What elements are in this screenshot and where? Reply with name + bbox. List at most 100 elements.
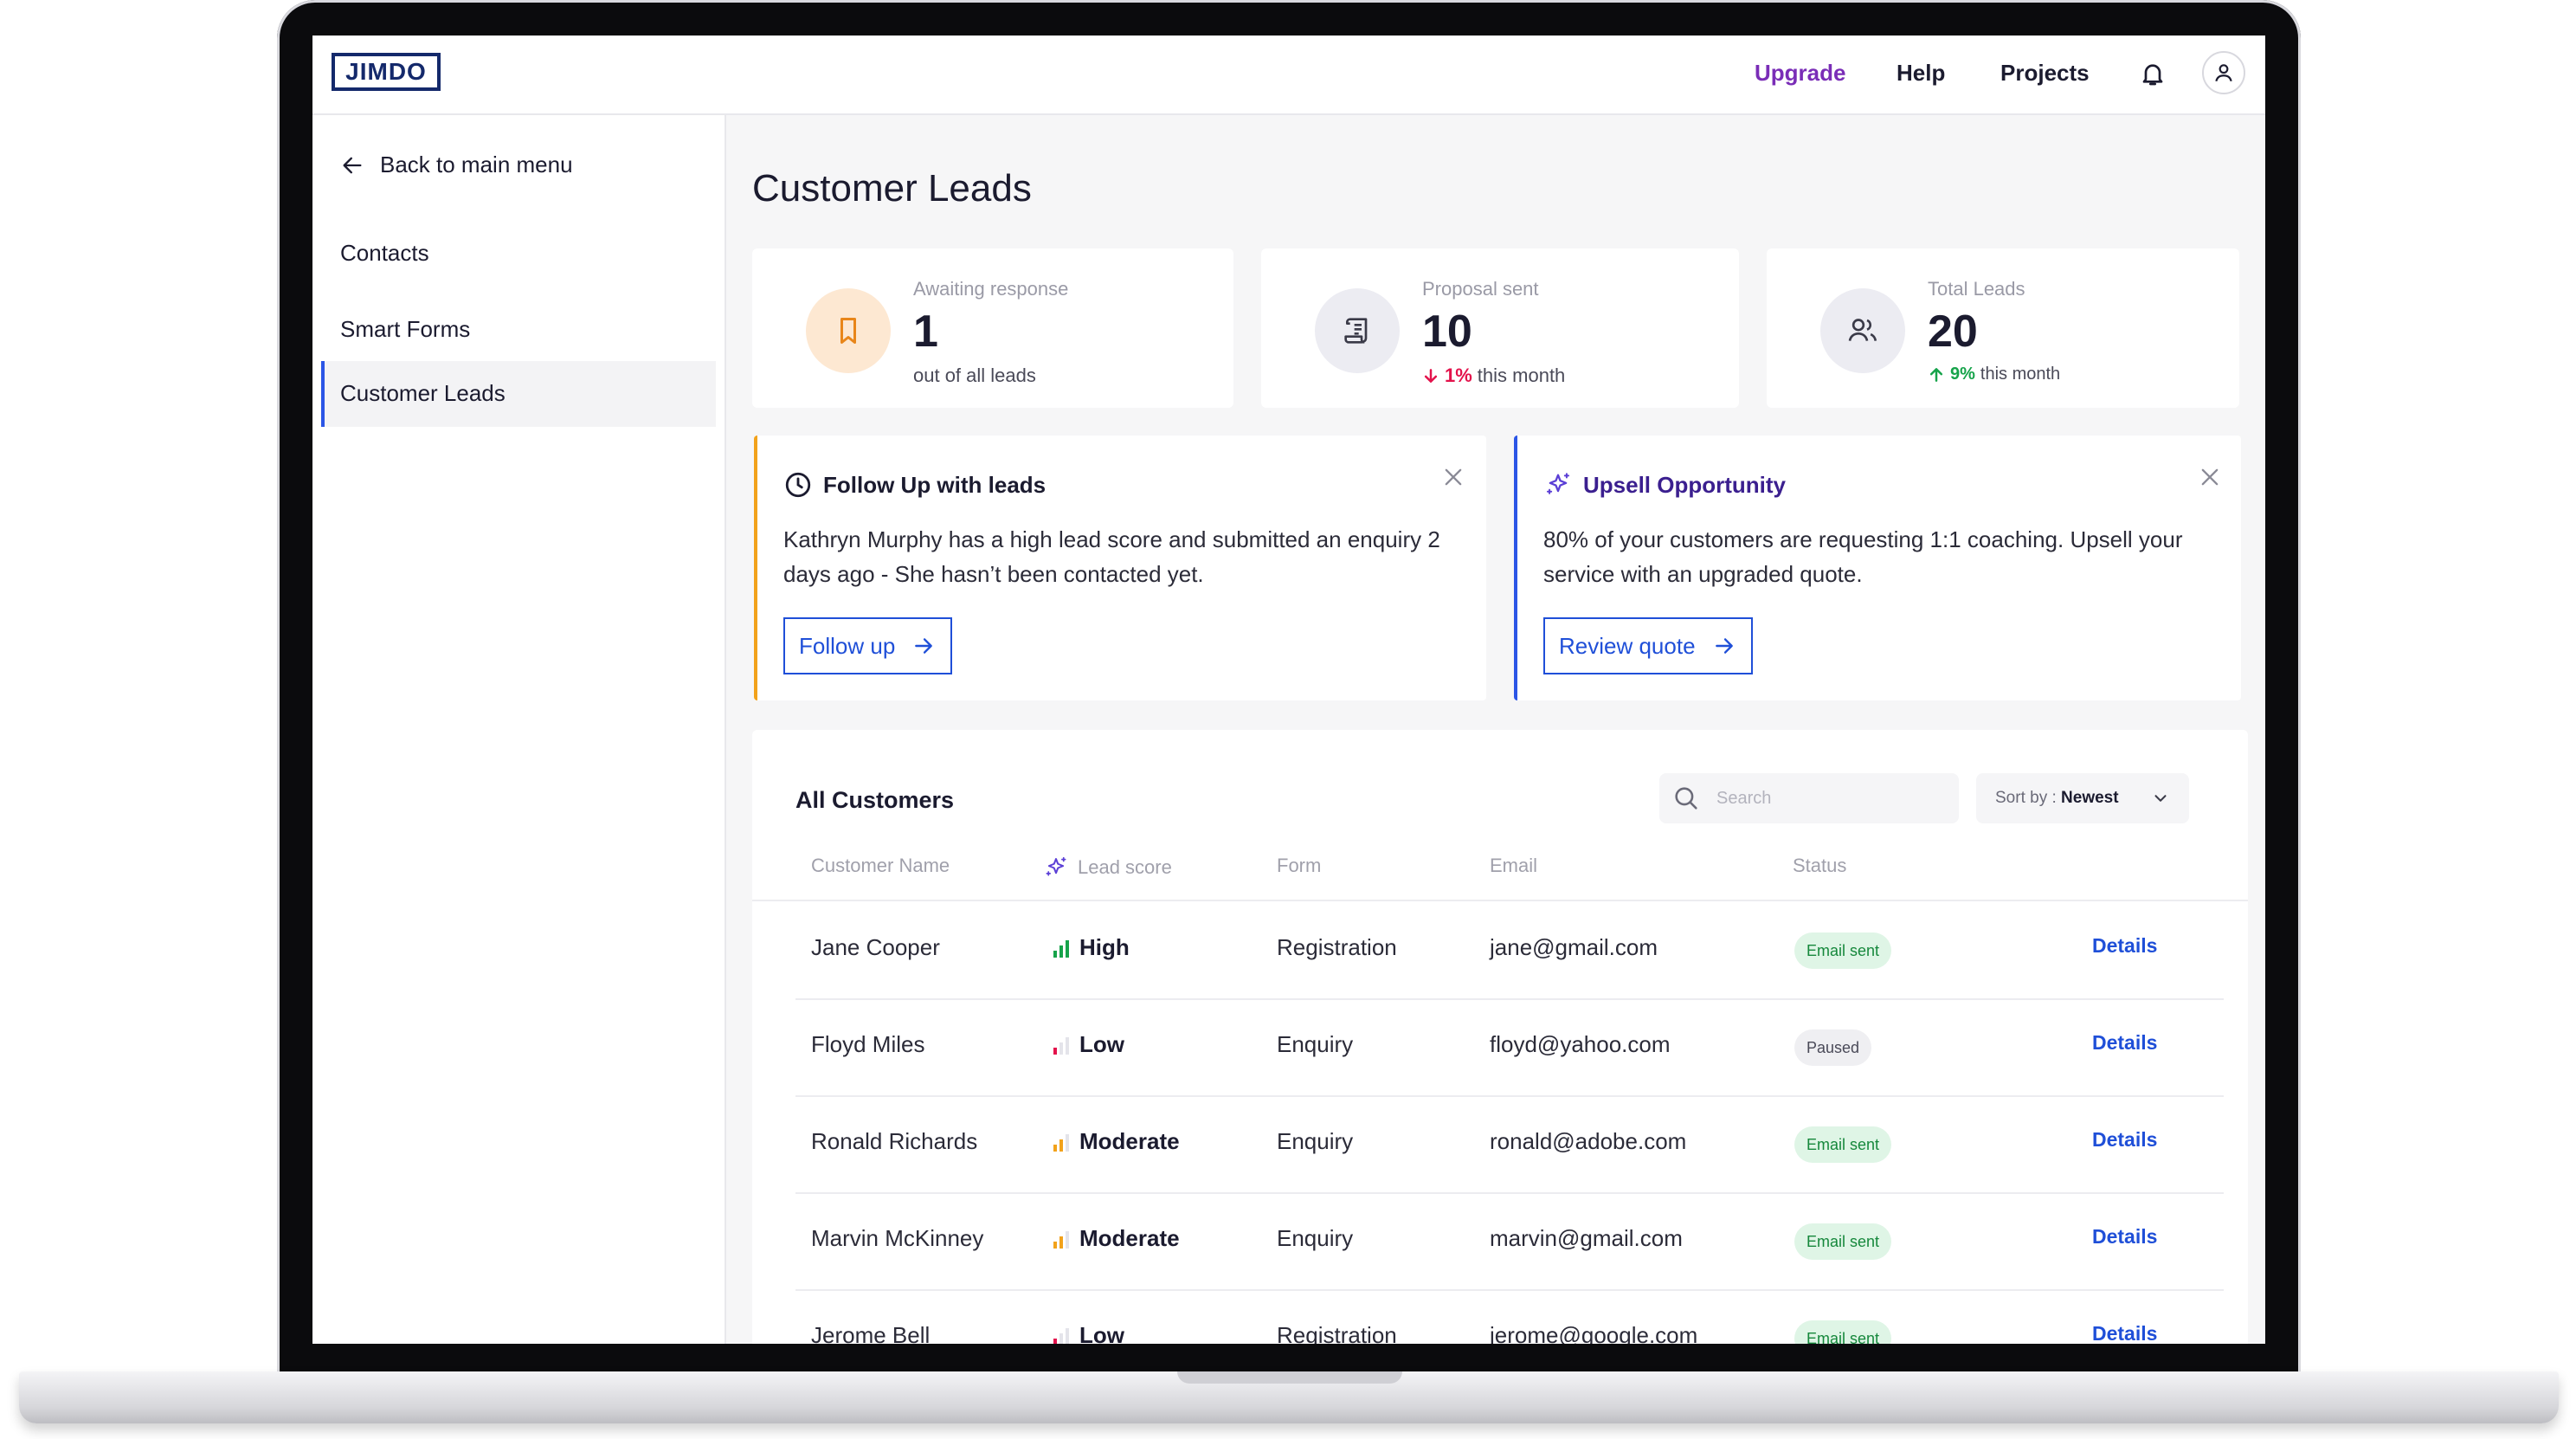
search-box[interactable] <box>1659 773 1959 823</box>
sidebar-item-label: Customer Leads <box>340 380 506 406</box>
search-input[interactable] <box>1715 787 1943 810</box>
form-name: Registration <box>1277 1322 1397 1344</box>
sort-prefix: Sort by : <box>1995 789 2062 807</box>
close-icon[interactable] <box>1441 465 1465 489</box>
form-name: Enquiry <box>1277 1225 1354 1251</box>
follow-up-title: Follow Up with leads <box>783 470 1046 500</box>
customer-name: Ronald Richards <box>811 1128 978 1154</box>
back-label: Back to main menu <box>380 152 573 177</box>
lead-score: High <box>1053 934 1130 961</box>
sort-label: Sort by : Newest <box>1995 789 2119 808</box>
status-badge: Email sent <box>1794 1320 1892 1344</box>
status-badge: Email sent <box>1794 1223 1892 1260</box>
lead-score: Low <box>1053 1031 1124 1058</box>
page-title: Customer Leads <box>752 167 1032 210</box>
table-row[interactable]: Marvin McKinney Moderate Enquiry marvin@gma… <box>752 1194 2248 1291</box>
signal-bars-icon <box>1053 939 1069 958</box>
details-link[interactable]: Details <box>2092 1225 2157 1249</box>
app-screen: JIMDO Upgrade Help Projects Back to main… <box>312 35 2265 1344</box>
chevron-down-icon <box>2154 795 2167 802</box>
arrow-right-icon <box>1715 638 1733 654</box>
stat-value: 1 <box>913 307 938 357</box>
details-link[interactable]: Details <box>2092 1031 2157 1055</box>
stat-pct: 9% <box>1950 365 1975 384</box>
details-link[interactable]: Details <box>2092 1322 2157 1344</box>
lead-score-label: Low <box>1079 1031 1124 1057</box>
signal-bars-icon <box>1053 1229 1069 1249</box>
stat-value: 10 <box>1422 307 1472 357</box>
stat-sub: 9% this month <box>1928 365 2060 384</box>
col-lead-score[interactable]: Lead score <box>1043 855 1172 881</box>
col-form[interactable]: Form <box>1277 855 1321 877</box>
follow-up-button[interactable]: Follow up <box>783 617 953 674</box>
stat-card-proposal: Proposal sent 10 1% this month <box>1261 248 1739 408</box>
table-row[interactable]: Floyd Miles Low Enquiry floyd@yahoo.com Paus… <box>752 1000 2248 1097</box>
stat-pct: 1% <box>1445 365 1472 386</box>
sidebar-item-contacts[interactable]: Contacts <box>340 240 429 267</box>
stat-sub: 1% this month <box>1422 365 1565 387</box>
upsell-body: 80% of your customers are requesting 1:1… <box>1543 526 2183 587</box>
nav-upgrade[interactable]: Upgrade <box>1755 60 1845 87</box>
review-quote-button[interactable]: Review quote <box>1543 617 1753 674</box>
status-badge: Email sent <box>1794 1126 1892 1163</box>
table-row[interactable]: Jane Cooper High Registration jane@gmail.co… <box>752 903 2248 1000</box>
signal-bars-icon <box>1053 1036 1069 1055</box>
stat-sub-text: this month <box>1980 365 2061 384</box>
stat-sub-text: this month <box>1477 365 1566 386</box>
signal-bars-icon <box>1053 1132 1069 1152</box>
review-quote-button-label: Review quote <box>1559 632 1696 659</box>
jimdo-logo[interactable]: JIMDO <box>332 53 441 91</box>
customer-email: jane@gmail.com <box>1490 934 1658 960</box>
sidebar: Back to main menu Contacts Smart Forms C… <box>312 115 726 1344</box>
customer-email: marvin@gmail.com <box>1490 1225 1683 1251</box>
lead-score: Low <box>1053 1322 1124 1344</box>
close-icon[interactable] <box>2198 465 2222 489</box>
upsell-title: Upsell Opportunity <box>1543 470 1786 500</box>
sort-dropdown[interactable]: Sort by : Newest <box>1976 773 2189 823</box>
lead-score-label: High <box>1079 934 1130 960</box>
follow-up-body: Kathryn Murphy has a high lead score and… <box>783 526 1440 587</box>
stat-label: Proposal sent <box>1422 278 1539 300</box>
stat-value: 20 <box>1928 307 1978 357</box>
stat-sub-text: out of all leads <box>913 365 1036 386</box>
sidebar-item-customer-leads[interactable]: Customer Leads <box>321 361 716 427</box>
arrow-right-icon <box>915 638 933 654</box>
users-icon <box>1820 288 1905 373</box>
main-content: Customer Leads Awaiting response 1 out o… <box>726 115 2265 1344</box>
scroll-icon <box>1315 288 1400 373</box>
lead-score-label: Moderate <box>1079 1128 1180 1154</box>
nav-help[interactable]: Help <box>1897 60 1945 87</box>
bell-icon[interactable] <box>2139 59 2167 88</box>
sidebar-item-smart-forms[interactable]: Smart Forms <box>340 316 470 343</box>
status-badge: Paused <box>1794 1029 1872 1066</box>
laptop-notch <box>1177 1371 1402 1384</box>
lead-score: Moderate <box>1053 1128 1180 1155</box>
customer-email: jerome@google.com <box>1490 1322 1698 1344</box>
details-link[interactable]: Details <box>2092 1128 2157 1152</box>
sparkle-icon <box>1546 473 1570 494</box>
col-lead-score-label: Lead score <box>1078 856 1172 878</box>
user-icon <box>2215 64 2232 82</box>
form-name: Enquiry <box>1277 1031 1354 1057</box>
follow-up-button-label: Follow up <box>799 632 896 659</box>
back-to-main-menu[interactable]: Back to main menu <box>338 152 573 178</box>
table-row[interactable]: Ronald Richards Moderate Enquiry ronald@ado… <box>752 1097 2248 1194</box>
customer-name: Marvin McKinney <box>811 1225 984 1251</box>
customer-email: floyd@yahoo.com <box>1490 1031 1671 1057</box>
arrow-left-icon <box>343 157 362 173</box>
table-title: All Customers <box>795 787 955 813</box>
search-icon <box>1675 787 1697 810</box>
stat-card-awaiting: Awaiting response 1 out of all leads <box>752 248 1233 408</box>
nav-projects[interactable]: Projects <box>2000 60 2090 87</box>
table-row[interactable]: Jerome Bell Low Registration jerome@google.… <box>752 1291 2248 1344</box>
upsell-title-text: Upsell Opportunity <box>1583 471 1786 498</box>
user-avatar[interactable] <box>2202 51 2245 94</box>
col-status[interactable]: Status <box>1793 855 1846 877</box>
upsell-card: Upsell Opportunity 80% of your customers… <box>1514 436 2241 700</box>
header-divider <box>752 900 2248 901</box>
lead-score-label: Low <box>1079 1322 1124 1344</box>
details-link[interactable]: Details <box>2092 934 2157 958</box>
stat-label: Total Leads <box>1928 278 2025 300</box>
col-email[interactable]: Email <box>1490 855 1537 877</box>
col-customer-name[interactable]: Customer Name <box>811 855 950 877</box>
